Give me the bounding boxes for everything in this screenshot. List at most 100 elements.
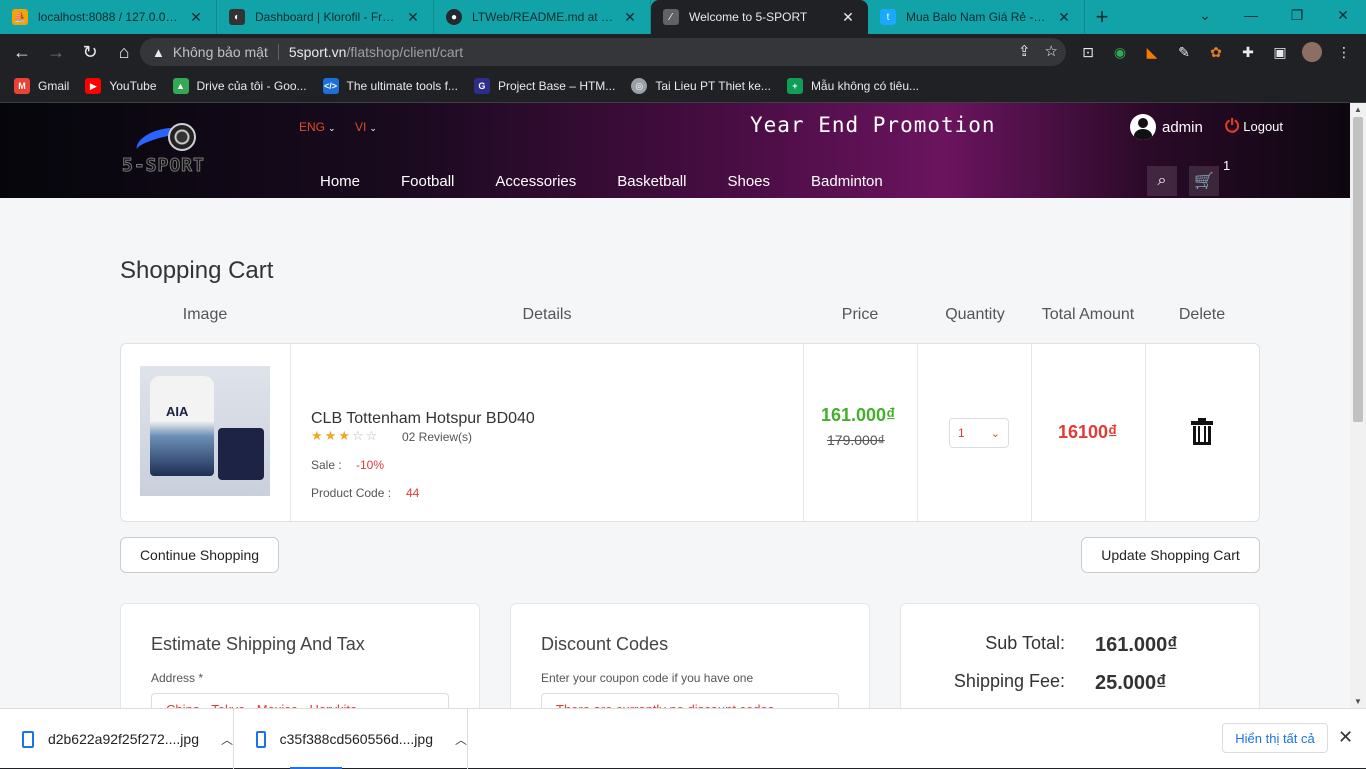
browser-tab-github[interactable]: ● LTWeb/README.md at maste ✕	[434, 0, 651, 34]
klorofil-icon: ◐	[229, 9, 245, 25]
image-file-icon	[22, 730, 34, 748]
summary-panel: Sub Total: 161.000₫ Shipping Fee: 25.000…	[900, 603, 1260, 708]
bookmark-tailieu[interactable]: ◎ Tai Lieu PT Thiet ke...	[631, 78, 771, 94]
scroll-down-icon[interactable]: ▼	[1354, 697, 1362, 706]
discount-hint: Enter your coupon code if you have one	[541, 671, 754, 685]
discount-code-field[interactable]: There are currently no discount codes	[541, 693, 839, 708]
extensions-area: ⊡ ◉ ◣ ✎ ✿ ✚ ▣ ⋮	[1078, 34, 1366, 70]
sheet-icon: +	[786, 78, 803, 94]
show-all-downloads-button[interactable]: Hiển thị tất cả	[1222, 723, 1328, 753]
continue-shopping-button[interactable]: Continue Shopping	[120, 537, 279, 573]
extension-orange-icon[interactable]: ◣	[1142, 42, 1162, 62]
original-price: 179.000₫	[827, 432, 885, 448]
browser-tab-5sport[interactable]: ⁄ Welcome to 5-SPORT ✕	[651, 0, 868, 34]
share-icon[interactable]: ⇪	[1018, 42, 1031, 60]
download-item[interactable]: d2b622a92f25f272....jpg ︿	[0, 709, 234, 769]
browser-tab-phpmyadmin[interactable]: ⛵ localhost:8088 / 127.0.0.1 / n ✕	[0, 0, 217, 34]
shipping-fee-value: 25.000₫	[1095, 672, 1167, 694]
bookmark-project[interactable]: G Project Base – HTM...	[473, 78, 615, 94]
address-field[interactable]: China - Tokyo - Mexico - Horykito	[151, 693, 449, 708]
shipping-fee-label: Shipping Fee:	[953, 671, 1065, 691]
bookmark-youtube[interactable]: ▶ YouTube	[85, 78, 157, 94]
close-window-button[interactable]: ✕	[1320, 0, 1366, 30]
address-bar[interactable]: ▲ Không bảo mật 5sport.vn /flatshop/clie…	[140, 38, 1066, 66]
nav-home[interactable]: Home	[320, 173, 360, 190]
lang-eng-dropdown[interactable]: ENG ⌄	[299, 120, 336, 134]
divider	[917, 344, 918, 521]
site-logo[interactable]: 5-SPORT	[122, 121, 216, 177]
bookmark-gmail[interactable]: M Gmail	[14, 78, 69, 94]
scrollbar-thumb[interactable]	[1353, 117, 1363, 422]
review-count: 02 Review(s)	[402, 430, 473, 444]
cookie-icon[interactable]: ✿	[1206, 42, 1226, 62]
trash-icon[interactable]	[1191, 418, 1213, 445]
chevron-up-icon[interactable]: ︿	[221, 731, 233, 748]
nav-accessories[interactable]: Accessories	[495, 173, 576, 190]
user-account[interactable]: admin	[1130, 114, 1203, 140]
nav-shoes[interactable]: Shoes	[727, 173, 770, 190]
puzzle-icon[interactable]: ✚	[1238, 42, 1258, 62]
close-tab-icon[interactable]: ✕	[188, 9, 204, 26]
shipping-panel: Estimate Shipping And Tax Address * Chin…	[120, 603, 480, 708]
code-icon: </>	[322, 78, 339, 94]
nav-badminton[interactable]: Badminton	[811, 173, 883, 190]
home-icon[interactable]: ⌂	[108, 36, 140, 68]
close-tab-icon[interactable]: ✕	[622, 9, 638, 26]
shorts-image	[218, 428, 264, 480]
logout-link[interactable]: ⏻ Logout	[1225, 116, 1283, 137]
cart-item-row: AIA CLB Tottenham Hotspur BD040 ★★★☆☆ 02…	[120, 343, 1260, 522]
close-tab-icon[interactable]: ✕	[1056, 9, 1072, 26]
nav-basketball[interactable]: Basketball	[617, 173, 686, 190]
close-tab-icon[interactable]: ✕	[405, 9, 421, 26]
logo-text: 5-SPORT	[122, 155, 205, 177]
bookmarks-bar: M Gmail ▶ YouTube ▲ Drive của tôi - Goo... …	[0, 70, 1366, 103]
chevron-up-icon[interactable]: ︿	[455, 731, 467, 748]
restore-button[interactable]: ❐	[1274, 0, 1320, 30]
bookmark-tools[interactable]: </> The ultimate tools f...	[322, 78, 458, 94]
tab-title: Mua Balo Nam Giá Rẻ - Balo	[906, 10, 1048, 24]
sidepanel-icon[interactable]: ▣	[1270, 42, 1290, 62]
browser-tab-dashboard[interactable]: ◐ Dashboard | Klorofil - Free Bo ✕	[217, 0, 434, 34]
pen-icon[interactable]: ✎	[1174, 42, 1194, 62]
scroll-up-icon[interactable]: ▲	[1354, 105, 1362, 114]
star-filled-icon: ★	[338, 428, 352, 443]
product-image[interactable]: AIA	[140, 366, 270, 496]
youtube-icon: ▶	[85, 78, 102, 94]
profile-avatar[interactable]	[1302, 42, 1322, 62]
close-tab-icon[interactable]: ✕	[840, 9, 856, 26]
cart-count-badge: 1	[1223, 158, 1231, 173]
browser-tab-tiki[interactable]: t Mua Balo Nam Giá Rẻ - Balo ✕	[868, 0, 1085, 34]
divider	[803, 344, 804, 521]
bookmark-star-icon[interactable]: ☆	[1045, 42, 1058, 60]
lang-vi-dropdown[interactable]: VI ⌄	[355, 120, 377, 134]
lens-icon[interactable]: ⊡	[1078, 42, 1098, 62]
warning-icon[interactable]: ▲	[152, 45, 165, 60]
reload-icon[interactable]: ↻	[74, 36, 106, 68]
nav-football[interactable]: Football	[401, 173, 454, 190]
more-menu-icon[interactable]: ⋮	[1334, 42, 1354, 62]
cart-icon[interactable]: 🛒	[1189, 166, 1219, 196]
site-icon: ⁄	[663, 9, 679, 25]
divider	[1145, 344, 1146, 521]
column-header-price: Price	[841, 306, 879, 323]
minimize-button[interactable]: —	[1228, 0, 1274, 30]
search-icon[interactable]: ⌕	[1147, 166, 1177, 196]
tab-search-icon[interactable]: ⌄	[1182, 0, 1228, 30]
github-icon: ●	[446, 9, 462, 25]
star-empty-icon: ☆	[365, 428, 380, 443]
product-name[interactable]: CLB Tottenham Hotspur BD040	[311, 410, 535, 428]
chevron-down-icon: ⌄	[328, 123, 336, 133]
bookmark-form[interactable]: + Mẫu không có tiêu...	[786, 78, 919, 94]
new-tab-button[interactable]: +	[1085, 0, 1119, 34]
star-filled-icon: ★	[311, 428, 325, 443]
forward-icon[interactable]: →	[40, 36, 72, 68]
back-icon[interactable]: ←	[6, 36, 38, 68]
download-item[interactable]: c35f388cd560556d....jpg ︿	[234, 709, 468, 769]
update-cart-button[interactable]: Update Shopping Cart	[1081, 537, 1260, 573]
bookmark-drive[interactable]: ▲ Drive của tôi - Goo...	[172, 78, 307, 94]
page-scrollbar[interactable]: ▲ ▼	[1350, 103, 1366, 708]
extension-color-icon[interactable]: ◉	[1110, 42, 1130, 62]
close-icon[interactable]: ✕	[1338, 727, 1353, 748]
security-label[interactable]: Không bảo mật	[173, 44, 279, 60]
quantity-select[interactable]: 1 ⌄	[949, 418, 1009, 448]
